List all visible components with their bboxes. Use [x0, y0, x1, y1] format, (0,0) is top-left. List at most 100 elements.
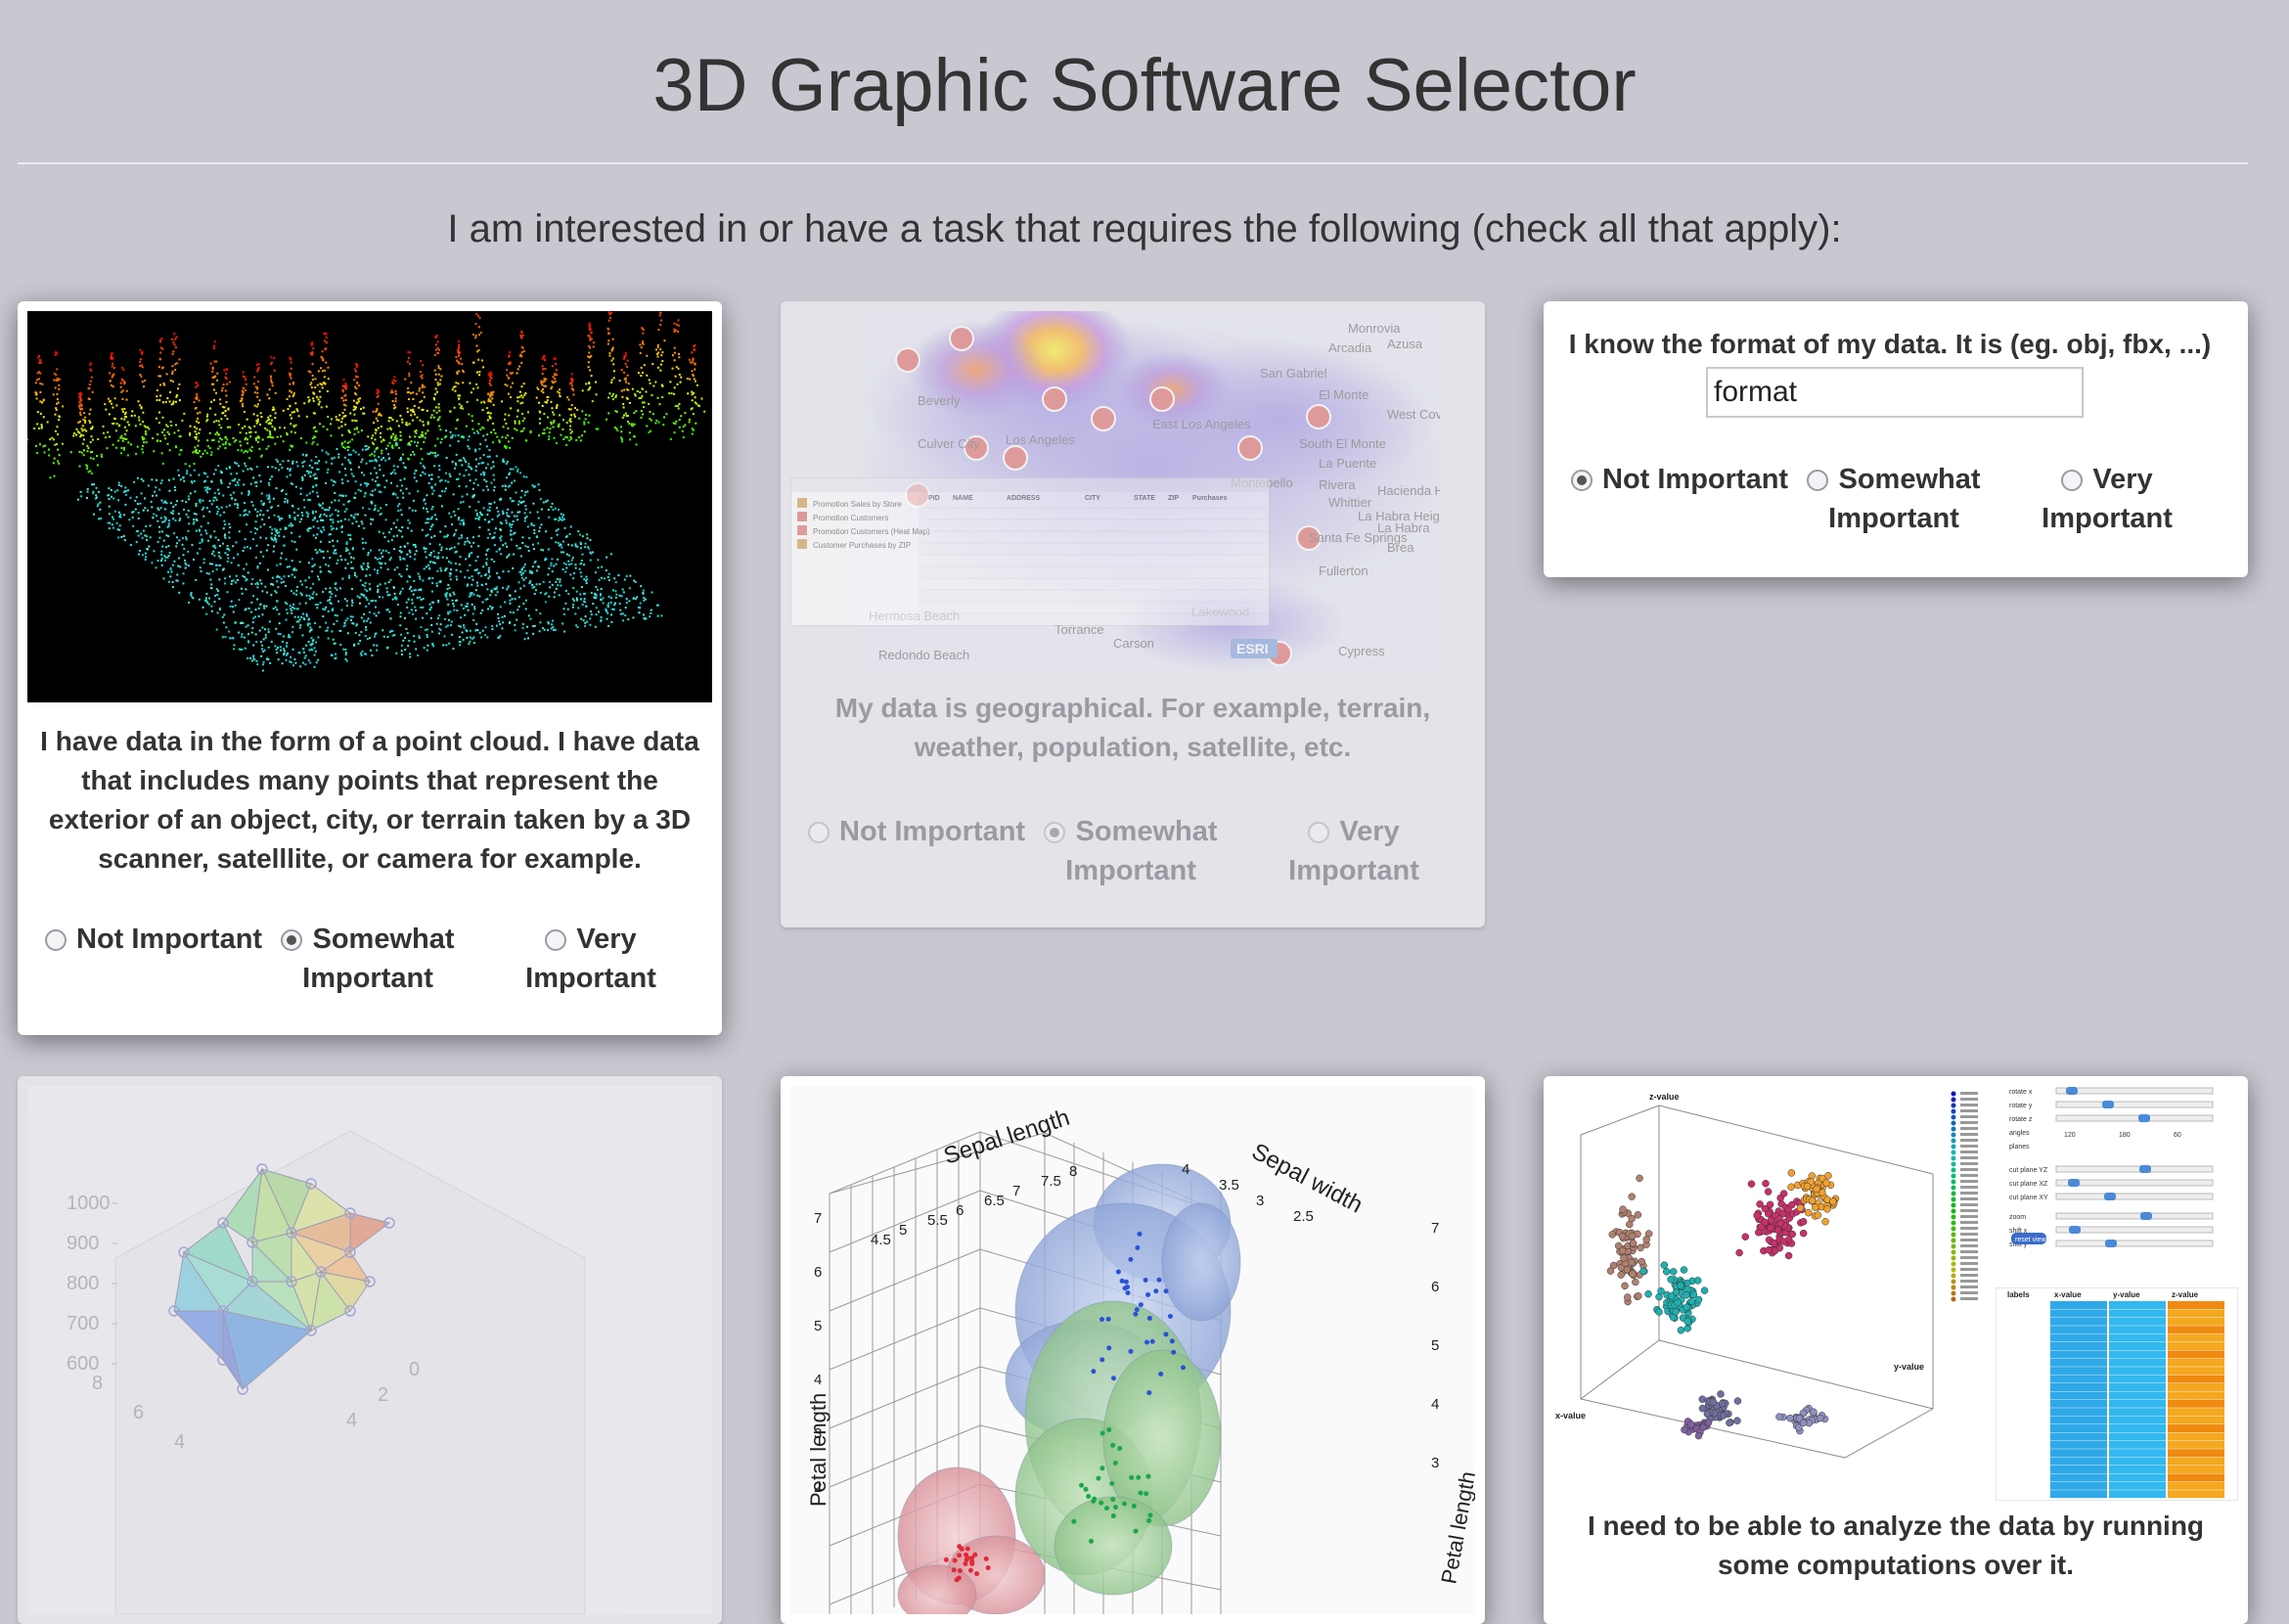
- table-cell: [2050, 1424, 2107, 1432]
- radio-somewhat-important[interactable]: [281, 929, 302, 951]
- radio-very-important[interactable]: [2061, 470, 2083, 491]
- analysis-x-label: x-value: [1555, 1411, 1586, 1421]
- panel-column: STATE: [1134, 495, 1155, 502]
- radio-very-important[interactable]: [1308, 822, 1329, 843]
- radio-not-important[interactable]: [808, 822, 830, 843]
- table-column: z-value: [2172, 1290, 2199, 1299]
- map-place-label: La Puente: [1319, 456, 1376, 471]
- option-not-important[interactable]: Not Important: [45, 920, 280, 959]
- analysis-point: [1754, 1212, 1761, 1219]
- card-point-cloud: I have data in the form of a point cloud…: [18, 301, 722, 1035]
- table-cell: [2050, 1408, 2107, 1416]
- iris-width-tick: 4: [1182, 1161, 1189, 1178]
- option-very-important[interactable]: VeryImportant: [493, 920, 689, 998]
- option-label: Important: [302, 963, 433, 994]
- title-divider: [18, 162, 2248, 164]
- control-slider[interactable]: [2056, 1194, 2213, 1199]
- iris-point: [1144, 1491, 1148, 1496]
- legend-swatch: [1952, 1291, 1956, 1296]
- iris-point: [1139, 1491, 1144, 1496]
- control-slider-handle[interactable]: [2140, 1212, 2152, 1220]
- iris-point: [952, 1567, 957, 1572]
- iris-point: [1163, 1331, 1168, 1336]
- iris-point: [1146, 1390, 1151, 1395]
- radio-not-important[interactable]: [1571, 470, 1593, 491]
- legend-swatch: [1952, 1262, 1956, 1267]
- radio-somewhat-important[interactable]: [1807, 470, 1828, 491]
- analysis-point: [1788, 1184, 1795, 1191]
- analysis-point: [1656, 1309, 1663, 1316]
- iris-point: [1145, 1292, 1150, 1297]
- control-slider[interactable]: [2056, 1088, 2213, 1094]
- option-not-important[interactable]: Not Important: [808, 812, 1043, 851]
- control-slider[interactable]: [2056, 1241, 2213, 1246]
- control-slider-handle[interactable]: [2102, 1101, 2114, 1108]
- option-somewhat-important[interactable]: SomewhatImportant: [1796, 460, 1992, 538]
- iris-point: [1134, 1529, 1139, 1534]
- iris-point: [1071, 1519, 1076, 1524]
- iris-point: [1125, 1290, 1130, 1295]
- control-slider-handle[interactable]: [2069, 1226, 2081, 1234]
- control-slider[interactable]: [2056, 1213, 2213, 1219]
- analysis-point: [1771, 1240, 1777, 1246]
- iris-point: [1109, 1481, 1114, 1486]
- analysis-point: [1789, 1231, 1796, 1238]
- point-cloud-description: I have data in the form of a point cloud…: [37, 722, 702, 879]
- control-slider[interactable]: [2056, 1102, 2213, 1107]
- iris-right-tick: 4: [1431, 1396, 1439, 1413]
- analysis-point: [1690, 1291, 1697, 1298]
- iris-point: [1100, 1466, 1104, 1470]
- panel-column: PID: [928, 495, 940, 502]
- data-format-input[interactable]: [1706, 367, 2084, 418]
- option-very-important[interactable]: VeryImportant: [1256, 812, 1452, 890]
- analysis-point: [1797, 1204, 1804, 1211]
- iris-point: [1086, 1494, 1091, 1499]
- control-slider[interactable]: [2056, 1115, 2213, 1121]
- analysis-point: [1719, 1400, 1726, 1407]
- control-label: cut plane YZ: [2009, 1167, 2048, 1174]
- control-slider-handle[interactable]: [2104, 1193, 2116, 1200]
- table-cell: [2109, 1482, 2166, 1490]
- iris-petal-tick: 6: [814, 1264, 822, 1281]
- table-cell: [2168, 1400, 2224, 1408]
- option-very-important[interactable]: VeryImportant: [2009, 460, 2205, 538]
- legend-swatch: [1952, 1121, 1956, 1126]
- table-cell: [2109, 1449, 2166, 1457]
- radio-very-important[interactable]: [545, 929, 566, 951]
- control-slider-handle[interactable]: [2138, 1114, 2150, 1122]
- control-slider[interactable]: [2056, 1166, 2213, 1172]
- mesh-x-tick: 4: [174, 1431, 185, 1453]
- legend-text-bar: [1960, 1215, 1978, 1218]
- table-cell: [2168, 1342, 2224, 1350]
- map-marker: [1307, 405, 1330, 429]
- analysis-point: [1810, 1409, 1817, 1416]
- radio-somewhat-important[interactable]: [1044, 822, 1065, 843]
- iris-point: [1135, 1245, 1140, 1250]
- radio-not-important[interactable]: [45, 929, 67, 951]
- table-cell: [2109, 1318, 2166, 1326]
- iris-point: [1123, 1286, 1128, 1290]
- table-cell: [2109, 1367, 2166, 1375]
- control-slider-handle[interactable]: [2068, 1179, 2080, 1187]
- option-somewhat-important[interactable]: SomewhatImportant: [270, 920, 466, 998]
- iris-point: [1117, 1446, 1122, 1451]
- card-iris-3d: Sepal lengthSepal widthPetal lengthPetal…: [781, 1076, 1485, 1624]
- analysis-point: [1635, 1211, 1641, 1218]
- map-place-label: South El Monte: [1299, 436, 1386, 451]
- table-cell: [2109, 1466, 2166, 1473]
- legend-swatch: [1952, 1180, 1956, 1185]
- control-slider-handle[interactable]: [2139, 1165, 2151, 1173]
- analysis-point: [1609, 1231, 1616, 1238]
- analysis-point: [1624, 1293, 1631, 1300]
- analysis-point: [1823, 1205, 1830, 1212]
- control-slider-handle[interactable]: [2066, 1087, 2078, 1095]
- analysis-point: [1734, 1398, 1741, 1405]
- option-somewhat-important[interactable]: SomewhatImportant: [1033, 812, 1229, 890]
- table-cell: [2168, 1383, 2224, 1391]
- analysis-point: [1681, 1267, 1687, 1274]
- analysis-point: [1637, 1175, 1643, 1182]
- option-not-important[interactable]: Not Important: [1571, 460, 1806, 499]
- analysis-scatter-image: z-valuey-valuex-value: [1551, 1086, 1952, 1497]
- table-cell: [2168, 1417, 2224, 1424]
- control-slider-handle[interactable]: [2105, 1240, 2117, 1247]
